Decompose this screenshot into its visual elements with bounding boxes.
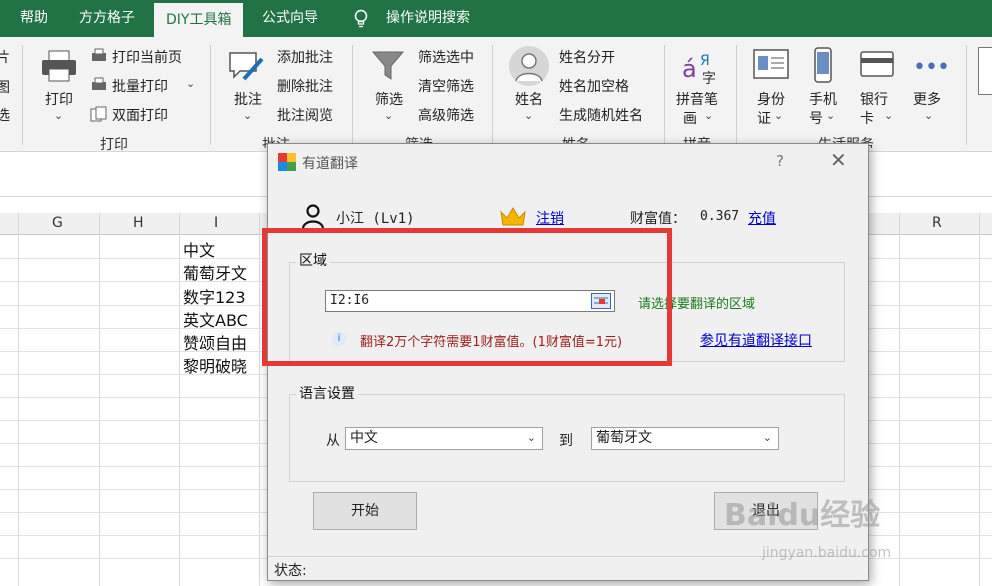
name-split-button[interactable]: 姓名分开 (559, 47, 615, 67)
tab-formula-wizard[interactable]: 公式向导 (262, 0, 318, 37)
ribbon-partial-3: 选 (0, 108, 10, 124)
id-card-icon (753, 49, 789, 79)
ribbon-tab-bar: 帮助 方方格子 DIY工具箱 公式向导 操作说明搜索 (0, 0, 992, 37)
bank-card-icon (860, 51, 894, 77)
bank-card-label2: 卡 (860, 111, 874, 127)
lightbulb-icon (354, 9, 368, 28)
cell-i4[interactable]: 英文ABC (183, 307, 248, 331)
filter-button[interactable]: 筛选 (375, 89, 403, 109)
logout-link[interactable]: 注销 (536, 208, 564, 228)
id-card-label2: 证 (757, 111, 771, 127)
recharge-link[interactable]: 充值 (748, 208, 776, 228)
cell-i1[interactable]: 中文 (183, 237, 215, 261)
advanced-filter-button[interactable]: 高级筛选 (418, 105, 474, 125)
ribbon-panel: 片 图 选 打印 ⌄ 打印当前页 批量打印 ⌄ 双面打印 打印 批注 ⌄ 添加批… (0, 37, 992, 153)
filter-selected-button[interactable]: 筛选选中 (418, 47, 474, 67)
mobile-label2: 号 (809, 111, 823, 127)
delete-comment-button[interactable]: 删除批注 (277, 76, 333, 96)
partial-icon (978, 47, 992, 95)
from-label: 从 (326, 433, 340, 449)
ribbon-partial-1: 片 (0, 50, 10, 66)
comment-button[interactable]: 批注 (234, 89, 262, 109)
chevron-down-icon: ⌄ (526, 431, 536, 444)
more-dots-icon: ••• (913, 55, 950, 80)
filter-funnel-icon (371, 51, 405, 80)
wealth-value: 0.367 (700, 209, 740, 224)
comment-pen-icon (229, 52, 264, 81)
tab-search-help[interactable]: 操作说明搜索 (386, 0, 470, 37)
from-language-select[interactable]: 中文 ⌄ (345, 427, 543, 450)
close-button[interactable]: ✕ (830, 148, 847, 172)
user-icon (301, 204, 325, 230)
dialog-title: 有道翻译 (302, 156, 358, 172)
random-name-button[interactable]: 生成随机姓名 (559, 105, 643, 125)
from-language-value: 中文 (350, 430, 378, 446)
batch-print-button[interactable]: 批量打印 (112, 76, 168, 96)
duplex-print-icon (90, 106, 107, 122)
baidu-watermark: Baidu经验 (724, 498, 881, 533)
add-comment-button[interactable]: 添加批注 (277, 47, 333, 67)
api-link[interactable]: 参见有道翻译接口 (700, 330, 812, 350)
cell-i2[interactable]: 葡萄牙文 (183, 260, 247, 284)
pinyin-stroke-label2: 画 (683, 111, 697, 127)
pinyin-icon: á Я 字 (682, 53, 716, 87)
name-button[interactable]: 姓名 (515, 89, 543, 109)
more-button[interactable]: 更多 (913, 89, 941, 109)
svg-text:á: á (682, 55, 697, 83)
cell-i3[interactable]: 数字123 (183, 284, 246, 308)
id-card-button[interactable]: 身份 (757, 89, 785, 109)
cell-i6[interactable]: 黎明破晓 (183, 353, 247, 377)
clear-filter-button[interactable]: 清空筛选 (418, 76, 474, 96)
cell-i5[interactable]: 赞颂自由 (183, 330, 247, 354)
print-current-icon (92, 48, 106, 61)
tab-fangfang[interactable]: 方方格子 (79, 0, 135, 37)
mobile-phone-icon (814, 47, 832, 83)
to-label: 到 (559, 433, 573, 449)
print-current-button[interactable]: 打印当前页 (112, 47, 182, 67)
svg-text:字: 字 (702, 71, 716, 87)
wealth-label: 财富值： (630, 211, 686, 227)
col-r[interactable]: R (932, 215, 942, 231)
col-g[interactable]: G (52, 215, 63, 231)
help-button[interactable]: ? (776, 152, 784, 170)
start-button[interactable]: 开始 (313, 492, 417, 530)
bank-card-button[interactable]: 银行 (860, 89, 888, 109)
print-button[interactable]: 打印 (45, 89, 73, 109)
crown-icon (500, 207, 526, 226)
app-logo-icon (278, 153, 296, 171)
tab-diy-toolbox[interactable]: DIY工具箱 (154, 3, 244, 37)
pinyin-stroke-button[interactable]: 拼音笔 (676, 89, 718, 109)
to-language-value: 葡萄牙文 (596, 430, 652, 446)
status-label: 状态: (274, 563, 307, 579)
baidu-watermark-url: jingyan.baidu.com (762, 545, 892, 561)
language-legend: 语言设置 (296, 383, 358, 403)
user-name: 小江 (Lv1) (336, 211, 415, 227)
person-avatar-icon (509, 46, 549, 86)
duplex-print-button[interactable]: 双面打印 (112, 105, 168, 125)
col-h[interactable]: H (133, 215, 144, 231)
col-i[interactable]: I (214, 215, 218, 231)
read-comment-button[interactable]: 批注阅览 (277, 105, 333, 125)
batch-print-icon (92, 77, 106, 90)
chevron-down-icon: ⌄ (762, 431, 772, 444)
printer-icon (42, 50, 76, 82)
ribbon-partial-2: 图 (0, 80, 10, 96)
highlight-box (262, 228, 672, 366)
group-print: 打印 (100, 137, 128, 153)
svg-text:Я: Я (700, 53, 710, 69)
name-add-space-button[interactable]: 姓名加空格 (559, 76, 629, 96)
mobile-button[interactable]: 手机 (809, 89, 837, 109)
to-language-select[interactable]: 葡萄牙文 ⌄ (591, 427, 779, 450)
tab-help[interactable]: 帮助 (20, 0, 48, 37)
